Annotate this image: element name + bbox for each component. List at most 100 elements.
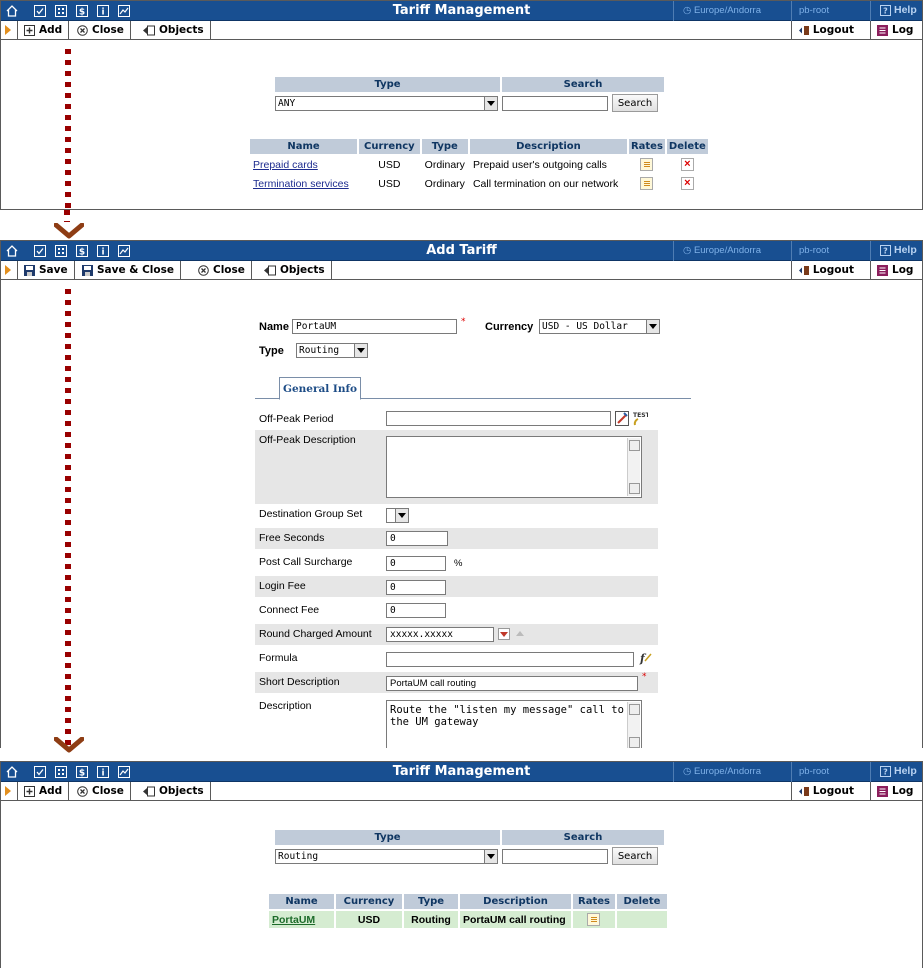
type-select-value: ANY — [278, 97, 296, 109]
calculator-icon[interactable] — [52, 2, 70, 20]
name-input[interactable]: PortaUM — [292, 319, 457, 334]
username-label[interactable]: pb-root — [799, 766, 829, 777]
round-up-icon[interactable] — [515, 628, 525, 638]
logout-button[interactable]: Logout — [791, 21, 860, 39]
svg-text:$: $ — [79, 769, 85, 779]
log-button[interactable]: Log — [870, 261, 922, 279]
checklist-icon[interactable] — [31, 763, 49, 781]
home-icon[interactable] — [3, 2, 21, 20]
help-text: Help — [894, 4, 917, 16]
rates-icon[interactable] — [640, 158, 654, 171]
tariff-management-panel: $ i Tariff Management ◷ Europe/Andorra p… — [0, 0, 923, 210]
formula-wizard-icon[interactable]: f — [639, 651, 653, 665]
description-textarea[interactable]: Route the "listen my message" call to th… — [386, 700, 642, 748]
currency-select[interactable]: USD - US Dollar — [539, 319, 660, 334]
search-input[interactable] — [502, 95, 608, 111]
calculator-icon[interactable] — [52, 242, 70, 260]
close-icon — [198, 264, 209, 276]
chevron-down-icon — [395, 509, 408, 522]
wizard-icon[interactable] — [615, 411, 629, 426]
dollar-icon[interactable]: $ — [73, 242, 91, 260]
toolbar: Save Save & Close Close Objects Logout L… — [1, 261, 922, 280]
tariff-name-link[interactable]: Termination services — [253, 178, 349, 190]
rates-icon[interactable] — [587, 913, 601, 926]
divider — [673, 762, 674, 782]
divider — [791, 241, 792, 261]
checklist-icon[interactable] — [31, 242, 49, 260]
required-mark: * — [642, 672, 647, 682]
home-icon[interactable] — [3, 242, 21, 260]
info-icon[interactable]: i — [94, 242, 112, 260]
scrollbar[interactable] — [627, 438, 640, 496]
delete-icon[interactable]: × — [680, 177, 694, 190]
username-label[interactable]: pb-root — [799, 5, 829, 16]
add-label: Add — [39, 785, 63, 797]
search-button[interactable]: Search — [612, 847, 658, 865]
tariff-name-link[interactable]: PortaUM — [272, 914, 315, 926]
checklist-icon[interactable] — [31, 2, 49, 20]
help-link[interactable]: ? Help — [880, 4, 917, 16]
offpeak-period-input[interactable] — [386, 411, 611, 426]
free-seconds-input[interactable]: 0 — [386, 531, 448, 546]
logout-button[interactable]: Logout — [791, 782, 860, 800]
help-link[interactable]: ? Help — [880, 765, 917, 777]
timezone-label[interactable]: ◷ Europe/Andorra — [683, 766, 761, 777]
delete-icon[interactable]: × — [680, 158, 694, 171]
log-button[interactable]: Log — [870, 782, 922, 800]
dollar-icon[interactable]: $ — [73, 763, 91, 781]
dollar-icon[interactable]: $ — [73, 2, 91, 20]
info-icon[interactable]: i — [94, 763, 112, 781]
offpeak-period-label: Off-Peak Period — [259, 413, 334, 425]
chevron-down-icon — [646, 320, 659, 333]
add-button[interactable]: Add — [17, 782, 70, 800]
save-close-button[interactable]: Save & Close — [76, 261, 181, 279]
search-input[interactable] — [502, 848, 608, 864]
destination-group-set-select[interactable] — [386, 508, 409, 523]
test-icon[interactable]: TEST — [632, 410, 648, 427]
short-description-input[interactable]: PortaUM call routing — [386, 676, 638, 691]
logout-button[interactable]: Logout — [791, 261, 860, 279]
search-button[interactable]: Search — [612, 94, 658, 112]
tariff-name-link[interactable]: Prepaid cards — [253, 159, 318, 171]
objects-button[interactable]: Objects — [136, 782, 211, 800]
round-charged-amount-input[interactable]: xxxxx.xxxxx — [386, 627, 494, 642]
chart-icon[interactable] — [115, 242, 133, 260]
toolbar: Add Close Objects Logout Log — [1, 21, 922, 40]
home-icon[interactable] — [3, 763, 21, 781]
formula-input[interactable] — [386, 652, 634, 667]
save-button[interactable]: Save — [17, 261, 75, 279]
short-description-label: Short Description — [259, 676, 340, 688]
flow-arrow-icon — [54, 737, 84, 753]
timezone-label[interactable]: ◷ Europe/Andorra — [683, 5, 761, 16]
post-call-surcharge-input[interactable]: 0 — [386, 556, 446, 571]
timezone-label[interactable]: ◷ Europe/Andorra — [683, 245, 761, 256]
offpeak-description-textarea[interactable] — [386, 436, 642, 498]
tab-general-info[interactable]: General Info — [279, 377, 361, 400]
type-select[interactable]: Routing — [296, 343, 368, 358]
calculator-icon[interactable] — [52, 763, 70, 781]
info-icon[interactable]: i — [94, 2, 112, 20]
description-cell: Prepaid user's outgoing calls — [472, 158, 607, 171]
chart-icon[interactable] — [115, 2, 133, 20]
login-fee-input[interactable]: 0 — [386, 580, 446, 595]
round-down-icon[interactable] — [498, 628, 510, 640]
objects-button[interactable]: Objects — [136, 21, 211, 39]
close-button[interactable]: Close — [71, 782, 131, 800]
type-select[interactable]: Routing — [275, 848, 498, 864]
log-button[interactable]: Log — [870, 21, 922, 39]
chart-icon[interactable] — [115, 763, 133, 781]
type-select[interactable]: ANY — [275, 95, 498, 111]
connect-fee-input[interactable]: 0 — [386, 603, 446, 618]
objects-button[interactable]: Objects — [257, 261, 332, 279]
close-button[interactable]: Close — [71, 21, 131, 39]
objects-icon — [143, 786, 155, 796]
rates-icon[interactable] — [640, 177, 654, 190]
username-label[interactable]: pb-root — [799, 245, 829, 256]
timezone-text: Europe/Andorra — [693, 5, 762, 16]
scrollbar[interactable] — [627, 702, 640, 748]
help-link[interactable]: ? Help — [880, 244, 917, 256]
add-button[interactable]: Add — [17, 21, 70, 39]
offpeak-period-row: Off-Peak Period TEST — [255, 409, 658, 430]
close-button[interactable]: Close — [192, 261, 252, 279]
connect-fee-label: Connect Fee — [259, 604, 320, 616]
